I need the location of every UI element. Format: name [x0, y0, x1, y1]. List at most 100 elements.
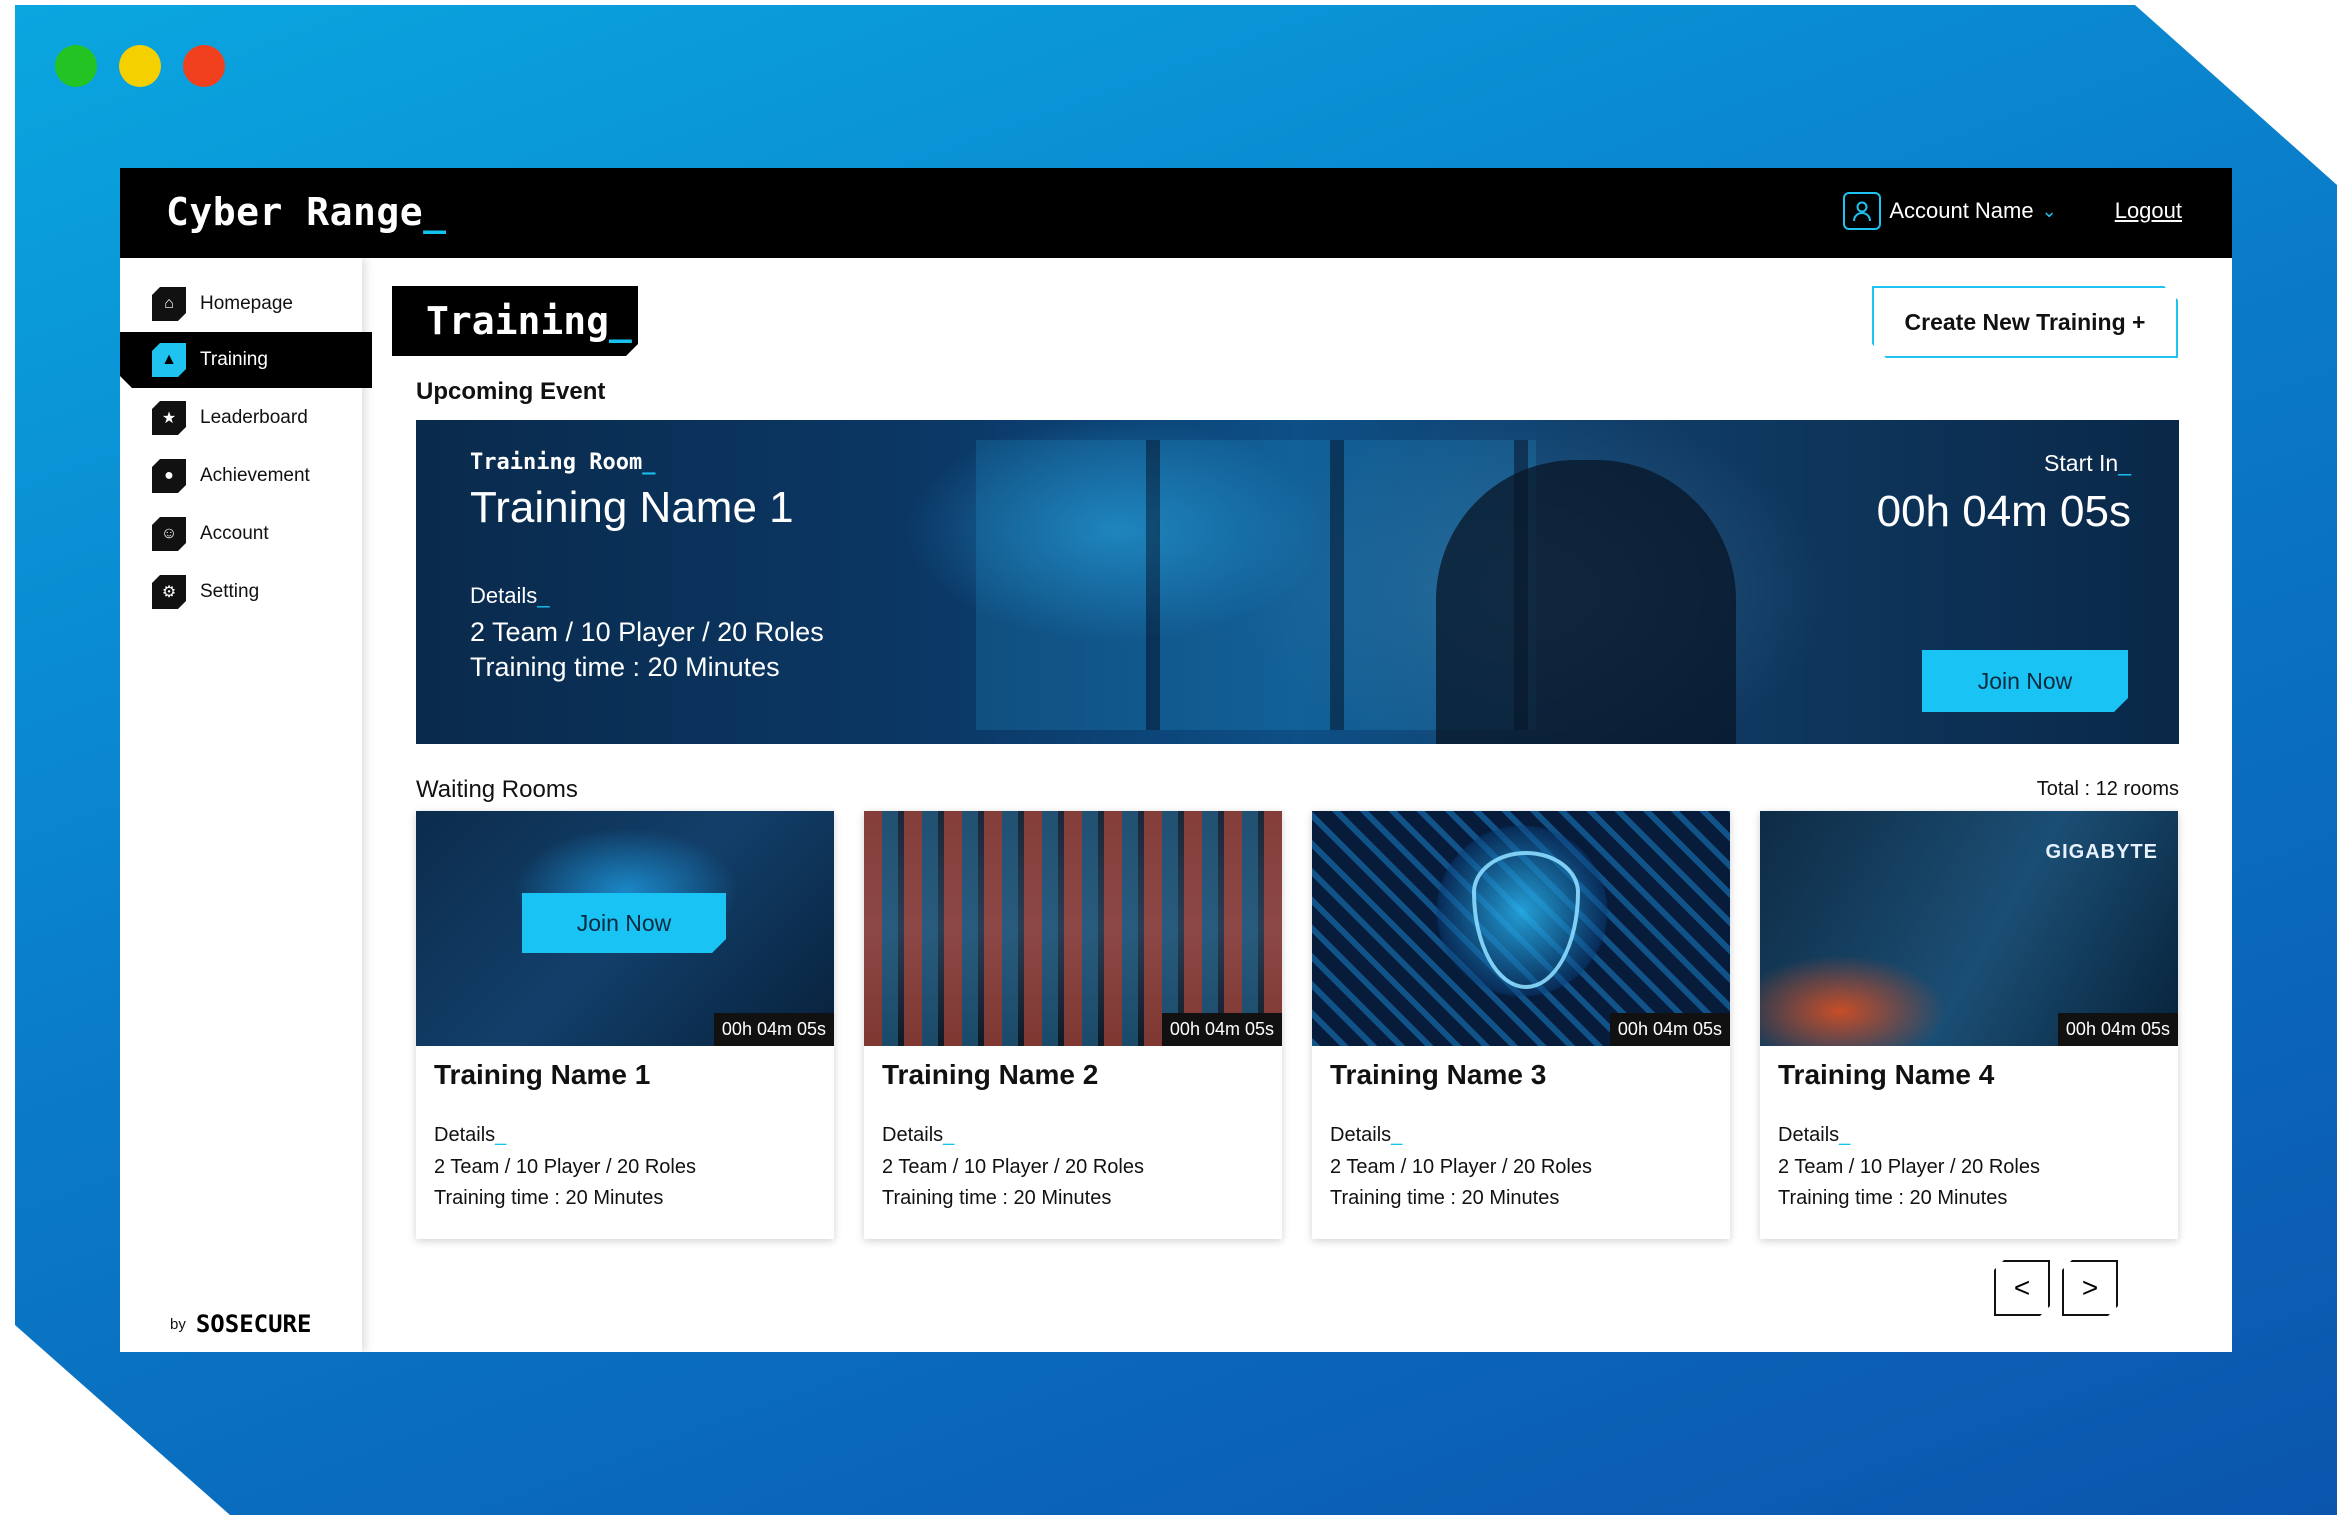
total-rooms: Total : 12 rooms [2036, 778, 2179, 800]
sidebar-item-achievement[interactable]: ● Achievement [120, 448, 372, 504]
event-countdown: Start In_ 00h 04m 05s [1877, 450, 2131, 537]
sidebar-item-label: Account [200, 523, 269, 544]
details-cursor: _ [1391, 1124, 1403, 1146]
room-title: Training Name 4 [1778, 1059, 1995, 1090]
minimize-dot[interactable] [119, 45, 161, 87]
upcoming-heading: Upcoming Event [416, 378, 606, 405]
brand-name: Cyber Range [166, 190, 424, 234]
room-detail-line: 2 Team / 10 Player / 20 Roles [434, 1156, 696, 1178]
account-name: Account Name [1889, 198, 2034, 223]
user-icon [1843, 192, 1882, 230]
room-timer: 00h 04m 05s [713, 1013, 834, 1046]
room-thumbnail: GIGABYTE 00h 04m 05s [1760, 811, 2178, 1046]
chevron-right-icon: > [2081, 1272, 2099, 1303]
chevron-left-icon: < [2013, 1272, 2031, 1303]
start-in-label: Start In_ [1877, 450, 2131, 477]
room-card[interactable]: Join Now 00h 04m 05s Training Name 1 Det… [416, 811, 834, 1239]
vendor-credit: by SOSECURE [170, 1310, 311, 1338]
medal-icon: ● [152, 459, 186, 493]
sidebar-item-homepage[interactable]: ⌂ Homepage [120, 276, 372, 332]
sidebar-item-label: Achievement [200, 465, 310, 486]
room-details-label: Details_ [882, 1124, 954, 1147]
sidebar-item-leaderboard[interactable]: ★ Leaderboard [120, 390, 372, 446]
details-cursor: _ [537, 583, 550, 608]
sidebar-item-label: Training [200, 349, 268, 370]
shield-icon [1472, 851, 1580, 989]
room-details-text: Details [1778, 1124, 1840, 1146]
room-timer: 00h 04m 05s [2057, 1013, 2178, 1046]
next-page-button[interactable]: > [2062, 1260, 2118, 1316]
room-card[interactable]: GIGABYTE 00h 04m 05s Training Name 4 Det… [1760, 811, 2178, 1239]
sidebar-item-label: Setting [200, 581, 260, 602]
room-detail-line: 2 Team / 10 Player / 20 Roles [1330, 1156, 1592, 1178]
sidebar-item-label: Leaderboard [200, 407, 308, 428]
join-now-button[interactable]: Join Now [522, 893, 726, 953]
event-details-text: Details [470, 583, 538, 608]
room-title: Training Name 3 [1330, 1059, 1547, 1090]
room-title: Training Name 2 [882, 1059, 1099, 1090]
event-detail-line: 2 Team / 10 Player / 20 Roles [470, 617, 824, 647]
gear-icon: ⚙ [152, 575, 186, 609]
details-cursor: _ [943, 1124, 955, 1146]
details-cursor: _ [1839, 1124, 1851, 1146]
room-detail-line: Training time : 20 Minutes [1778, 1187, 2008, 1209]
sidebar-item-label: Homepage [200, 293, 293, 314]
join-now-button[interactable]: Join Now [1922, 650, 2128, 712]
room-timer: 00h 04m 05s [1161, 1013, 1282, 1046]
pagination: < > [1994, 1260, 2118, 1316]
room-thumbnail: 00h 04m 05s [864, 811, 1282, 1046]
close-dot[interactable] [183, 45, 225, 87]
room-timer: 00h 04m 05s [1609, 1013, 1730, 1046]
room-thumbnail: 00h 04m 05s [1312, 811, 1730, 1046]
account-menu[interactable]: Account Name ⌄ [1843, 192, 2057, 230]
room-detail-line: Training time : 20 Minutes [1330, 1187, 1560, 1209]
maximize-dot[interactable] [55, 45, 97, 87]
room-detail-line: Training time : 20 Minutes [434, 1187, 664, 1209]
room-details-label: Details_ [1778, 1124, 1850, 1147]
sidebar-item-training[interactable]: ▲ Training [120, 332, 372, 388]
room-thumbnail: Join Now 00h 04m 05s [416, 811, 834, 1046]
chevron-down-icon: ⌄ [2041, 200, 2057, 221]
room-card[interactable]: 00h 04m 05s Training Name 2 Details_ 2 T… [864, 811, 1282, 1239]
event-name: Training Name 1 [470, 483, 794, 532]
room-detail-line: 2 Team / 10 Player / 20 Roles [882, 1156, 1144, 1178]
page-title: Training _ [392, 286, 638, 356]
banner-person-graphic [1436, 460, 1736, 744]
brand-cursor: _ [423, 190, 447, 234]
room-details-label: Details_ [1330, 1124, 1402, 1147]
create-training-button[interactable]: Create New Training + [1872, 286, 2178, 358]
home-icon: ⌂ [152, 287, 186, 321]
room-detail-line: 2 Team / 10 Player / 20 Roles [1778, 1156, 2040, 1178]
page-title-text: Training [426, 299, 610, 343]
event-kicker-text: Training Room [470, 450, 643, 475]
brand-logo[interactable]: Cyber Range_ [166, 190, 447, 234]
room-title: Training Name 1 [434, 1059, 651, 1090]
details-cursor: _ [495, 1124, 507, 1146]
logout-link[interactable]: Logout [2115, 198, 2182, 224]
event-timer: 00h 04m 05s [1876, 487, 2131, 536]
top-bar: Cyber Range_ Account Name ⌄ Logout [120, 168, 2232, 258]
sidebar-item-account[interactable]: ☺ Account [120, 506, 372, 562]
sidebar-item-setting[interactable]: ⚙ Setting [120, 564, 372, 620]
app-window: Cyber Range_ Account Name ⌄ Logout ⌂ Hom… [120, 168, 2232, 1352]
event-info: Training Room_ Training Name 1 Details_ … [470, 450, 824, 683]
kicker-cursor: _ [642, 450, 656, 475]
prev-page-button[interactable]: < [1994, 1260, 2050, 1316]
title-cursor: _ [609, 299, 632, 343]
user-icon: ☺ [152, 517, 186, 551]
room-details-text: Details [882, 1124, 944, 1146]
room-details-text: Details [1330, 1124, 1392, 1146]
room-card[interactable]: 00h 04m 05s Training Name 3 Details_ 2 T… [1312, 811, 1730, 1239]
upcoming-event-banner: Training Room_ Training Name 1 Details_ … [416, 420, 2179, 744]
window-controls [55, 45, 225, 87]
vendor-logo: SOSECURE [195, 1310, 312, 1338]
sidebar: ⌂ Homepage ▲ Training ★ Leaderboard ● Ac… [120, 258, 362, 1352]
event-kicker: Training Room_ [470, 450, 824, 475]
room-details-text: Details [434, 1124, 496, 1146]
by-label: by [170, 1315, 186, 1333]
event-detail-line: Training time : 20 Minutes [470, 652, 780, 682]
start-in-text: Start In [2044, 450, 2119, 476]
start-cursor: _ [2118, 450, 2131, 476]
main-content: Training _ Create New Training + Upcoming… [362, 258, 2232, 1352]
event-details-label: Details_ [470, 583, 824, 609]
